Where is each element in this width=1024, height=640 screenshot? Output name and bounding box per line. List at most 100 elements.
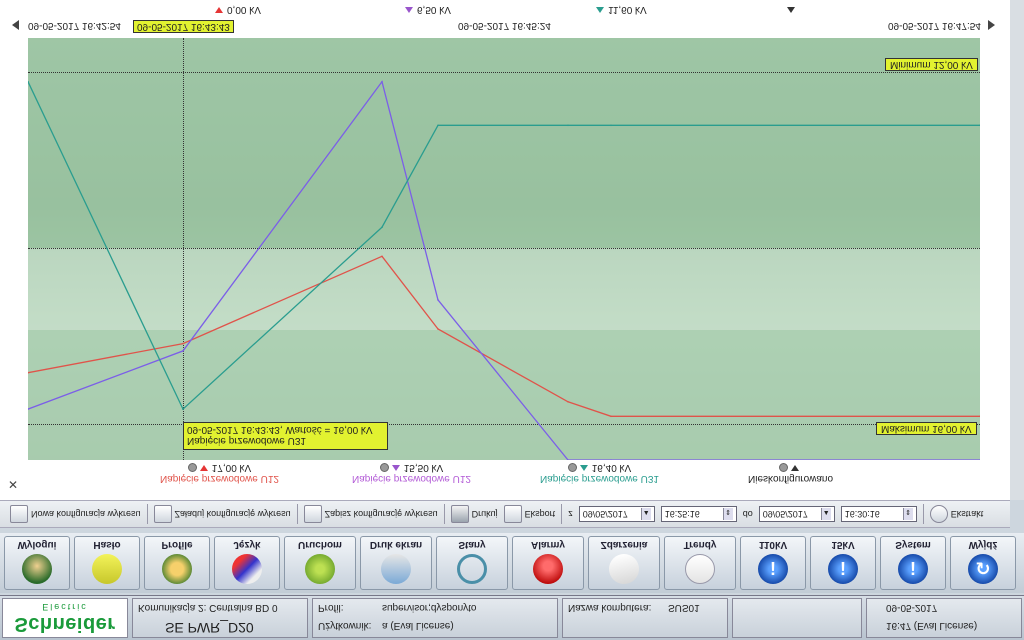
series-line-3 [28, 81, 980, 411]
print-button[interactable]: Drukuj [450, 505, 498, 523]
series-point-3 [610, 124, 612, 127]
series-point-1 [437, 328, 439, 330]
new-config-button[interactable]: Nowa konfiguracja wykresu [10, 505, 141, 523]
save-icon [303, 505, 322, 523]
info-icon: ! [828, 554, 858, 584]
trend-window: 0,00 kV 6,50 kV 11,60 kV 09-05-2017 16:4… [0, 0, 1024, 640]
save-config-button[interactable]: Zapisz konfigurację wykresu [303, 505, 438, 523]
events-button[interactable]: Zdarzenia [588, 536, 660, 590]
start-button[interactable]: Uruchom [284, 536, 356, 590]
logo-subtext: Electric [42, 601, 88, 612]
password-button[interactable]: Hasło [74, 536, 140, 590]
load-config-button[interactable]: Załaduj konfigurację wykresu [153, 505, 291, 523]
stepper-icon[interactable]: ⇕ [722, 508, 733, 520]
gear-icon[interactable] [379, 463, 389, 473]
trends-button[interactable]: Trendy [664, 536, 736, 590]
dropdown-icon[interactable]: ▼ [640, 508, 651, 520]
info-icon: ! [898, 554, 928, 584]
15kv-button[interactable]: 15kV! [810, 536, 876, 590]
start-icon [305, 554, 335, 584]
legend-item[interactable]: 15,50 kV Napięcie przewodowe U12 [352, 462, 471, 484]
logo-text: Schneider [14, 612, 116, 635]
language-button[interactable]: Język [214, 536, 280, 590]
alarm-icon [533, 554, 563, 584]
top-scale: 0,00 kV 6,50 kV 11,60 kV 09-05-2017 16:4… [0, 0, 1010, 38]
series-line-1 [28, 255, 980, 417]
legend-item[interactable]: Nieskonfigurowano [748, 462, 833, 484]
date-end: 09-05-2017 16:47:54 [888, 20, 981, 31]
stepper-icon[interactable]: ⇕ [902, 508, 913, 520]
open-icon [153, 505, 172, 523]
printer-icon [450, 505, 469, 523]
series-plot [28, 80, 980, 460]
maximum-badge: Maksimum 16,00 kV [876, 422, 977, 435]
exit-icon: ↻ [968, 554, 998, 584]
trends-icon [685, 554, 715, 584]
cursor-tooltip-value: 09-05-2017 16:43:43, Wartość = 16,00 kV [187, 424, 373, 435]
states-icon [457, 554, 487, 584]
cursor-tooltip: 09-05-2017 16:43:43, Wartość = 16,00 kV … [183, 422, 388, 450]
minimum-badge: Minimum 12,00 kV [885, 58, 978, 71]
to-label: do [742, 509, 753, 519]
profiles-button[interactable]: Profile [144, 536, 210, 590]
language-icon [232, 554, 262, 584]
110kv-button[interactable]: 110kV! [740, 536, 806, 590]
series-point-1 [182, 342, 184, 345]
export-icon [503, 505, 522, 523]
cursor-tooltip-series: Napięcie przewodowe U31 [187, 435, 306, 446]
magnifier-icon [929, 505, 948, 523]
toolbar-separator [561, 504, 563, 524]
schneider-logo: Electric Schneider [2, 598, 128, 638]
series-scale-label [787, 4, 799, 15]
from-date-field[interactable]: 09/05/2017 ▼ [578, 506, 655, 522]
series-point-2 [381, 80, 383, 83]
group-icon [162, 554, 192, 584]
print-screen-button[interactable]: Druk ekran [360, 536, 432, 590]
profile-value: supervisor;dysponyto [382, 602, 477, 613]
chart-toolbar: Nowa konfiguracja wykresu Załaduj konfig… [0, 500, 1010, 528]
toolbar-separator [146, 504, 148, 524]
comm-status: Komunikacja 2: Centralna BD 0 [138, 602, 278, 613]
user-label: Użytkownik: [318, 620, 372, 631]
legend-item[interactable]: 17,00 kV Napięcie przewodowe U12 [160, 462, 279, 484]
scroll-left-button[interactable] [12, 20, 19, 30]
series-scale-label: 6,50 kV [405, 4, 451, 15]
alarms-button[interactable]: Alarmy [512, 536, 584, 590]
legend-item[interactable]: 16,40 kV Napięcie przewodowe U31 [540, 462, 659, 484]
scroll-right-button[interactable] [988, 20, 995, 30]
from-time-field[interactable]: 16:25:16 ⇕ [660, 506, 737, 522]
status-bar: Electric Schneider Komunikacja 2: Centra… [0, 595, 1024, 640]
series-point-2 [610, 459, 612, 460]
info-icon: ! [758, 554, 788, 584]
computer-value: SUS01 [668, 602, 700, 613]
export-button[interactable]: Eksport [503, 505, 555, 523]
chart-panel: 0,00 kV 6,50 kV 11,60 kV 09-05-2017 16:4… [0, 0, 1024, 500]
toolbar-separator [443, 504, 445, 524]
states-button[interactable]: Stany [436, 536, 508, 590]
gear-icon[interactable] [778, 463, 788, 473]
to-time-field[interactable]: 16:30:16 ⇕ [840, 506, 917, 522]
series-scale-label: 11,60 kV [596, 4, 647, 15]
main-navigation: Wylogui Hasło Profile Język Uruchom Druk… [0, 533, 1024, 593]
user-value: a (Eval License) [382, 620, 454, 631]
series-point-3 [182, 408, 184, 410]
profile-label: Profil: [318, 602, 344, 613]
series-point-2 [979, 459, 980, 460]
gear-icon[interactable] [187, 463, 197, 473]
tools-icon[interactable]: ✕ [8, 478, 18, 492]
print-screen-icon [381, 554, 411, 584]
series-line-2 [28, 80, 980, 460]
dropdown-icon[interactable]: ▼ [820, 508, 831, 520]
series-point-1 [567, 401, 569, 403]
series-point-3 [437, 124, 439, 127]
empty-panel [732, 598, 862, 638]
to-date-field[interactable]: 09/05/2017 ▼ [758, 506, 835, 522]
events-icon [606, 551, 642, 587]
gear-icon[interactable] [567, 463, 577, 473]
extract-button[interactable]: Ekstrakt [929, 505, 983, 523]
exit-button[interactable]: Wyjdź ↻ [950, 536, 1016, 590]
from-label: z [568, 509, 573, 519]
logout-button[interactable]: Wylogui [4, 536, 70, 590]
system-button[interactable]: System! [880, 536, 946, 590]
date-display: 09-05-2017 [886, 602, 938, 613]
